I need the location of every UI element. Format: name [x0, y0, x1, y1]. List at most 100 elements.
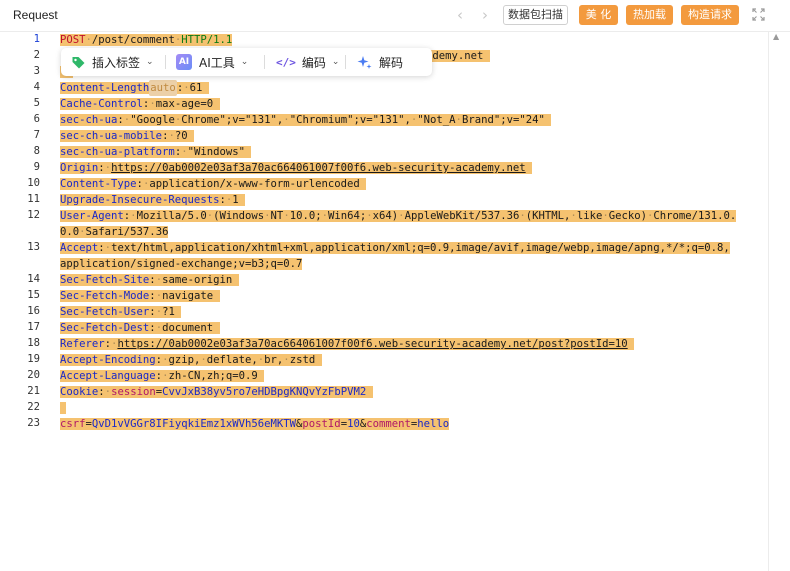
header-key: Sec-Fetch-Dest	[60, 322, 150, 334]
decode-label: 解码	[379, 55, 404, 70]
blank-line	[60, 400, 67, 416]
header-value: ?0	[174, 130, 188, 142]
tag-icon	[72, 56, 85, 68]
construct-request-button[interactable]: 构造请求	[681, 5, 739, 25]
line-number: 6	[33, 113, 40, 125]
header-line: Sec-Fetch-User:·?1	[60, 304, 182, 320]
hot-load-button[interactable]: 热加载	[626, 5, 673, 25]
toolbar-divider	[345, 55, 346, 69]
toolbar-divider	[165, 55, 166, 69]
header-key: Accept	[60, 242, 99, 254]
request-panel-header: Request ‹ › 数据包扫描 美 化 热加载 构造请求	[0, 0, 790, 32]
line-number: 12	[27, 209, 40, 221]
line-number: 2	[33, 49, 40, 61]
header-key: Accept-Encoding	[60, 354, 156, 366]
line-number: 22	[27, 401, 40, 413]
cookie-header-key: Cookie	[60, 386, 99, 398]
line-number: 18	[27, 337, 40, 349]
ai-tools-label: AI工具	[199, 55, 235, 70]
toolbar-divider	[264, 55, 265, 69]
header-line: sec-ch-ua-mobile:·?0	[60, 128, 194, 144]
header-key: Sec-Fetch-Site	[60, 274, 150, 286]
header-value: application/signed-exchange;v=b3;q=0.7	[60, 258, 303, 270]
request-editor[interactable]: 1 2 3 4 5 6 7 8 9 10 11 12 13 14 15 16 1…	[0, 32, 768, 571]
line-number: 8	[33, 145, 40, 157]
line-number: 4	[33, 81, 40, 93]
header-value: application/x-www-form-urlencoded	[149, 178, 360, 190]
header-line: Referer:·https://0ab0002e03af3a70ac66406…	[60, 336, 635, 352]
header-value: "Google·Chrome";v="131",·"Chromium";v="1…	[130, 114, 545, 126]
http-method: POST	[60, 34, 86, 46]
expand-icon[interactable]	[752, 8, 765, 21]
header-value: 0.0·Safari/537.36	[60, 226, 169, 238]
host-value-tail: ademy.net	[426, 50, 484, 62]
encode-menu[interactable]: </> 编码 ⌄	[276, 54, 339, 70]
header-value: max-age=0	[155, 98, 214, 110]
header-key: Sec-Fetch-Mode	[60, 290, 150, 302]
header-value: same-origin	[162, 274, 233, 286]
scroll-up-arrow-icon[interactable]: ▲	[773, 32, 779, 41]
body-param-name: csrf	[60, 418, 86, 430]
line-number: 19	[27, 353, 40, 365]
line-number: 15	[27, 289, 40, 301]
header-line: Accept-Encoding:·gzip,·deflate,·br,·zstd	[60, 352, 322, 368]
header-line-wrap: 0.0·Safari/537.36	[60, 224, 169, 240]
sparkle-icon	[357, 55, 372, 69]
line-number: 1	[33, 33, 40, 45]
line-number: 23	[27, 417, 40, 429]
header-key: Sec-Fetch-User	[60, 306, 150, 318]
auto-chip[interactable]: auto	[149, 80, 177, 96]
ai-tools-menu[interactable]: AI AI工具 ⌄	[176, 54, 248, 70]
header-key: Content-Length	[60, 82, 150, 94]
header-key: Accept-Language	[60, 370, 156, 382]
chevron-down-icon: ⌄	[240, 57, 249, 67]
request-line: POST·/post/comment·HTTP/1.1	[60, 34, 233, 46]
line-number: 16	[27, 305, 40, 317]
request-path: /post/comment	[91, 34, 175, 46]
body-line: csrf=QvD1vVGGr8IFiyqkiEmz1xWVh56eMKTW&po…	[60, 418, 450, 430]
header-value: text/html,application/xhtml+xml,applicat…	[111, 242, 730, 254]
header-key: User-Agent	[60, 210, 124, 222]
header-value: zh-CN,zh;q=0.9	[168, 370, 258, 382]
cookie-name: session	[111, 386, 156, 398]
body-param-value: 10	[347, 418, 360, 430]
insert-tag-menu[interactable]: 插入标签 ⌄	[71, 54, 154, 70]
previous-arrow-icon[interactable]: ‹	[457, 6, 463, 24]
header-value: Mozilla/5.0·(Windows·NT·10.0;·Win64;·x64…	[136, 210, 737, 222]
body-param-value: QvD1vVGGr8IFiyqkiEmz1xWVh56eMKTW	[91, 418, 297, 430]
header-line: Content-Lengthauto:·61	[60, 80, 209, 96]
ai-icon: AI	[176, 54, 192, 70]
chevron-down-icon: ⌄	[331, 57, 340, 67]
body-param-value: hello	[417, 418, 450, 430]
header-line: Accept:·text/html,application/xhtml+xml,…	[60, 242, 730, 254]
line-number: 13	[27, 241, 40, 253]
beautify-button[interactable]: 美 化	[579, 5, 618, 25]
header-line: Upgrade-Insecure-Requests:·1	[60, 192, 246, 208]
body-param-name: comment	[366, 418, 411, 430]
header-line: Cache-Control:·max-age=0	[60, 96, 220, 112]
host-line: ademy.net	[426, 48, 490, 64]
header-value: https://0ab0002e03af3a70ac664061007f00f6…	[111, 162, 526, 174]
header-line: Content-Type:·application/x-www-form-url…	[60, 176, 367, 192]
line-number: 11	[27, 193, 40, 205]
decode-button[interactable]: 解码	[357, 54, 403, 70]
line-number: 21	[27, 385, 40, 397]
vertical-scrollbar[interactable]	[768, 32, 790, 571]
header-key: Upgrade-Insecure-Requests	[60, 194, 220, 206]
http-protocol: HTTP/1.1	[181, 34, 233, 46]
header-line: User-Agent:·Mozilla/5.0·(Windows·NT·10.0…	[60, 210, 737, 222]
packet-scan-button[interactable]: 数据包扫描	[503, 5, 568, 25]
chevron-down-icon: ⌄	[146, 57, 154, 67]
header-key: Content-Type	[60, 178, 137, 190]
header-key: Cache-Control	[60, 98, 143, 110]
header-key: Referer	[60, 338, 105, 350]
header-line: sec-ch-ua:·"Google·Chrome";v="131",·"Chr…	[60, 112, 552, 128]
code-icon: </>	[276, 55, 296, 69]
header-line: sec-ch-ua-platform:·"Windows"	[60, 144, 252, 160]
header-key: sec-ch-ua-mobile	[60, 130, 163, 142]
panel-title: Request	[13, 8, 58, 22]
header-line: Accept-Language:·zh-CN,zh;q=0.9	[60, 368, 265, 384]
cookie-value: CvvJxB38yv5ro7eHDBpgKNQvYzFbPVM2	[162, 386, 367, 398]
line-number: 20	[27, 369, 40, 381]
next-arrow-icon[interactable]: ›	[482, 6, 488, 24]
